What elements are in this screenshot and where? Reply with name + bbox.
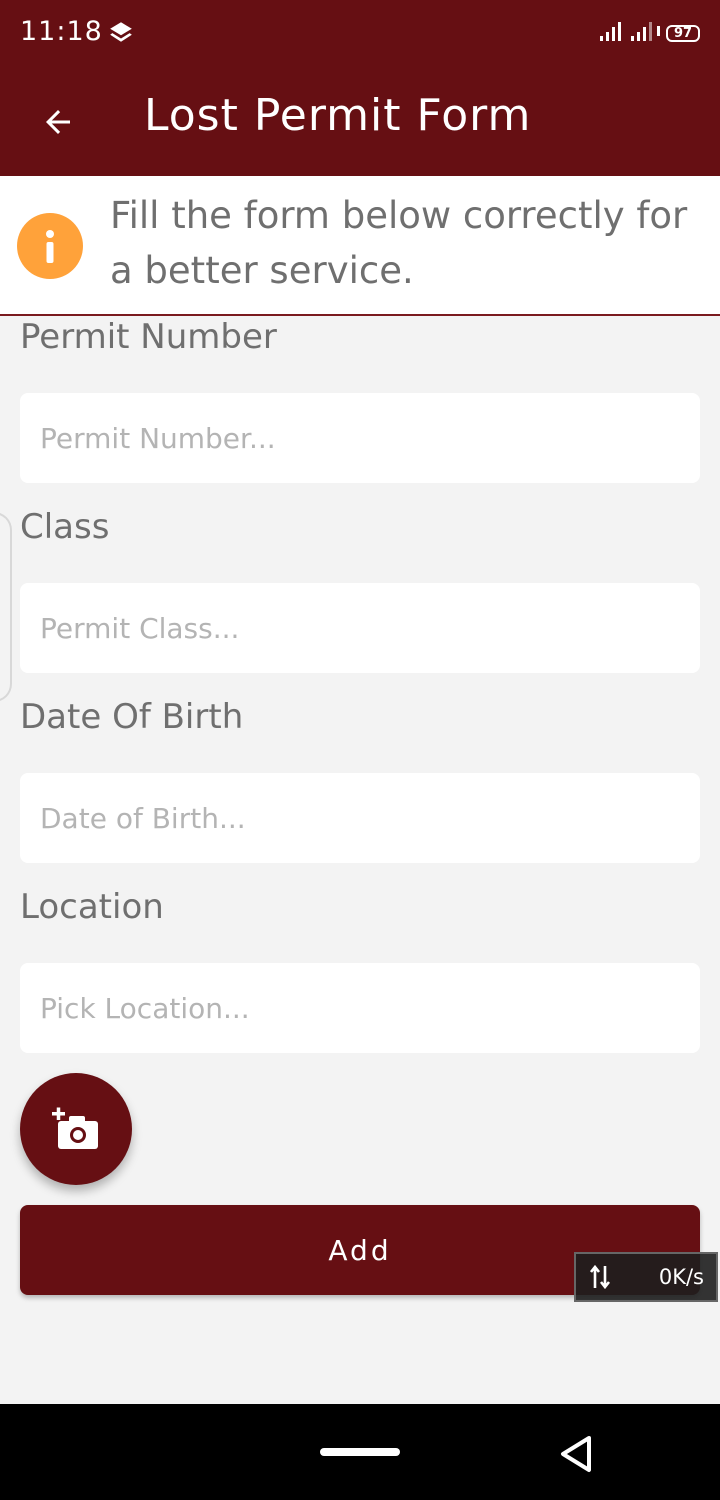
dob-input[interactable]	[20, 773, 700, 863]
layers-icon	[108, 19, 134, 49]
class-label: Class	[20, 507, 110, 547]
location-label: Location	[20, 887, 164, 927]
transfer-icon	[589, 1264, 611, 1290]
net-speed-overlay: 0K/s	[574, 1252, 718, 1302]
battery-icon: 97	[666, 24, 700, 42]
system-nav-bar	[0, 1404, 720, 1500]
home-pill-icon[interactable]	[320, 1448, 400, 1456]
page-title: Lost Permit Form	[144, 90, 532, 141]
nav-back-icon[interactable]	[558, 1434, 594, 1474]
status-icons: 97	[600, 20, 700, 46]
status-time: 11:18	[20, 16, 103, 47]
class-input[interactable]	[20, 583, 700, 673]
app-bar: Lost Permit Form	[0, 68, 720, 176]
add-photo-icon	[52, 1107, 98, 1149]
side-drawer-handle[interactable]	[0, 512, 12, 702]
info-banner: Fill the form below correctly for a bett…	[0, 176, 720, 316]
signal-icon	[600, 20, 660, 46]
permit-number-input[interactable]	[20, 393, 700, 483]
add-photo-button[interactable]	[20, 1073, 132, 1185]
location-input[interactable]	[20, 963, 700, 1053]
info-icon	[17, 213, 83, 279]
status-bar: 11:18 97	[0, 0, 720, 68]
dob-label: Date Of Birth	[20, 697, 244, 737]
info-text: Fill the form below correctly for a bett…	[110, 194, 688, 292]
back-arrow-icon	[46, 110, 70, 134]
net-speed-value: 0K/s	[658, 1265, 704, 1289]
back-button[interactable]	[30, 94, 86, 150]
permit-number-label: Permit Number	[20, 317, 277, 357]
